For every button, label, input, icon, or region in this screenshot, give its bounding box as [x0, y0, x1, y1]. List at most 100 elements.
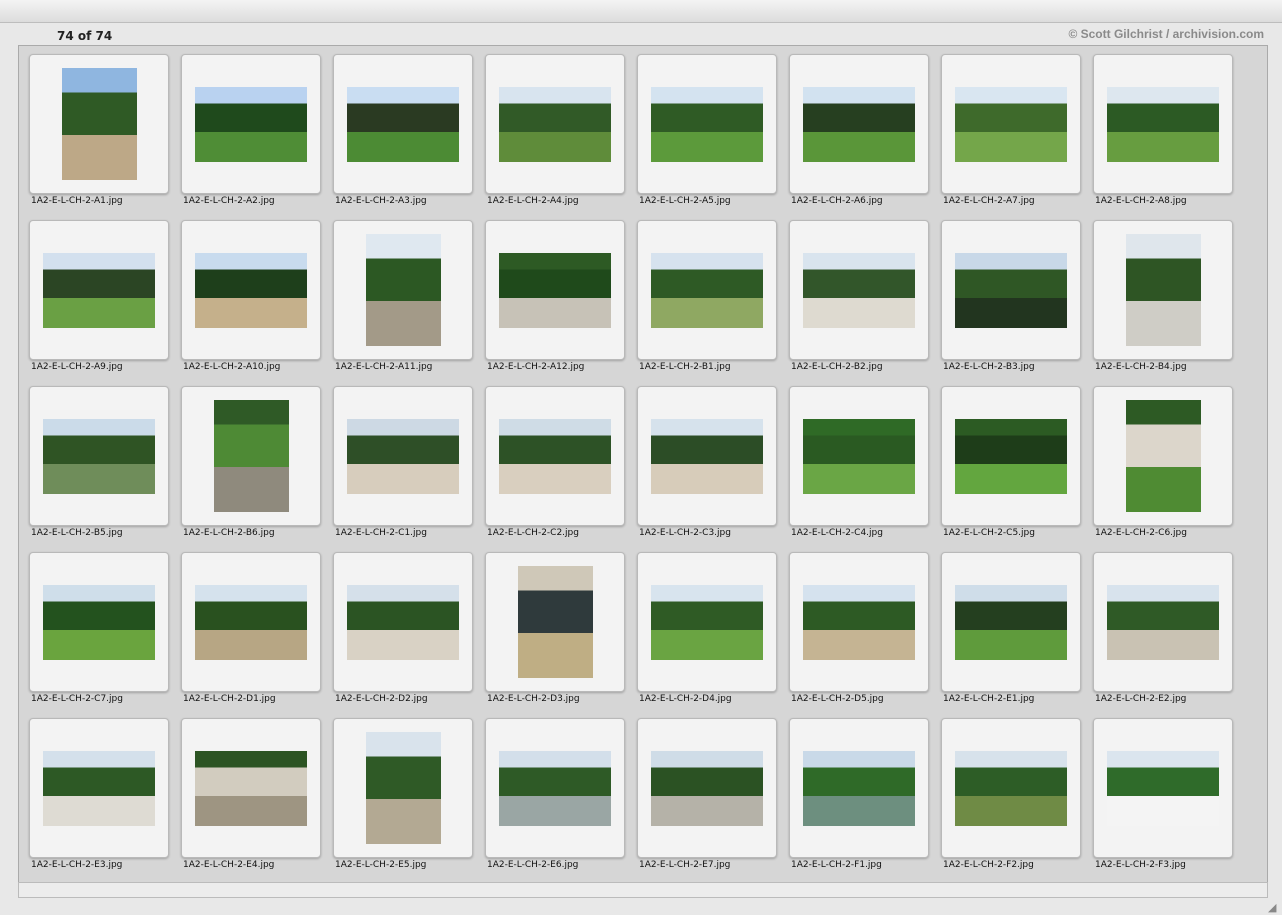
- thumbnail-image[interactable]: [1107, 584, 1219, 660]
- thumbnail-image[interactable]: [803, 86, 915, 162]
- thumbnail-image[interactable]: [1125, 400, 1201, 512]
- thumbnail-image[interactable]: [499, 418, 611, 494]
- thumbnail-frame[interactable]: [485, 552, 625, 692]
- thumbnail-frame[interactable]: [485, 54, 625, 194]
- thumbnail-item[interactable]: 1A2-E-L-CH-2-C7.jpg: [23, 544, 175, 710]
- thumbnail-image[interactable]: [43, 584, 155, 660]
- thumbnail-frame[interactable]: [789, 718, 929, 858]
- thumbnail-image[interactable]: [499, 750, 611, 826]
- thumbnail-item[interactable]: 1A2-E-L-CH-2-A6.jpg: [783, 46, 935, 212]
- thumbnail-image[interactable]: [955, 86, 1067, 162]
- thumbnail-image[interactable]: [955, 418, 1067, 494]
- thumbnail-item[interactable]: 1A2-E-L-CH-2-B1.jpg: [631, 212, 783, 378]
- thumbnail-image[interactable]: [347, 584, 459, 660]
- thumbnail-item[interactable]: 1A2-E-L-CH-2-B2.jpg: [783, 212, 935, 378]
- thumbnail-frame[interactable]: [485, 386, 625, 526]
- thumbnail-frame[interactable]: [29, 386, 169, 526]
- thumbnail-frame[interactable]: [181, 386, 321, 526]
- thumbnail-item[interactable]: 1A2-E-L-CH-2-D2.jpg: [327, 544, 479, 710]
- thumbnail-image[interactable]: [651, 252, 763, 328]
- thumbnail-item[interactable]: 1A2-E-L-CH-2-C4.jpg: [783, 378, 935, 544]
- thumbnail-image[interactable]: [195, 750, 307, 826]
- thumbnail-item[interactable]: 1A2-E-L-CH-2-C3.jpg: [631, 378, 783, 544]
- thumbnail-frame[interactable]: [637, 552, 777, 692]
- thumbnail-image[interactable]: [195, 252, 307, 328]
- thumbnail-item[interactable]: 1A2-E-L-CH-2-A10.jpg: [175, 212, 327, 378]
- thumbnail-image[interactable]: [955, 750, 1067, 826]
- thumbnail-frame[interactable]: [941, 54, 1081, 194]
- thumbnail-frame[interactable]: [29, 54, 169, 194]
- thumbnail-frame[interactable]: [1093, 54, 1233, 194]
- thumbnail-item[interactable]: 1A2-E-L-CH-2-A7.jpg: [935, 46, 1087, 212]
- resize-grip-icon[interactable]: ◢: [1268, 901, 1280, 914]
- thumbnail-frame[interactable]: [1093, 718, 1233, 858]
- thumbnail-image[interactable]: [43, 750, 155, 826]
- thumbnail-image[interactable]: [499, 86, 611, 162]
- thumbnail-image[interactable]: [43, 418, 155, 494]
- thumbnail-frame[interactable]: [1093, 386, 1233, 526]
- thumbnail-frame[interactable]: [637, 220, 777, 360]
- window-titlebar[interactable]: [0, 0, 1282, 23]
- thumbnail-item[interactable]: 1A2-E-L-CH-2-C1.jpg: [327, 378, 479, 544]
- thumbnail-item[interactable]: 1A2-E-L-CH-2-F2.jpg: [935, 710, 1087, 876]
- thumbnail-image[interactable]: [43, 252, 155, 328]
- thumbnail-frame[interactable]: [941, 386, 1081, 526]
- thumbnail-frame[interactable]: [333, 220, 473, 360]
- thumbnail-frame[interactable]: [1093, 220, 1233, 360]
- thumbnail-frame[interactable]: [181, 54, 321, 194]
- thumbnail-frame[interactable]: [333, 552, 473, 692]
- thumbnail-image[interactable]: [651, 584, 763, 660]
- thumbnail-frame[interactable]: [181, 718, 321, 858]
- thumbnail-frame[interactable]: [485, 220, 625, 360]
- thumbnail-frame[interactable]: [789, 552, 929, 692]
- thumbnail-image[interactable]: [651, 750, 763, 826]
- thumbnail-frame[interactable]: [789, 54, 929, 194]
- thumbnail-frame[interactable]: [181, 220, 321, 360]
- thumbnail-image[interactable]: [1107, 750, 1219, 826]
- thumbnail-item[interactable]: 1A2-E-L-CH-2-A4.jpg: [479, 46, 631, 212]
- thumbnail-image[interactable]: [213, 400, 289, 512]
- thumbnail-item[interactable]: 1A2-E-L-CH-2-C5.jpg: [935, 378, 1087, 544]
- thumbnail-image[interactable]: [803, 252, 915, 328]
- thumbnail-image[interactable]: [651, 86, 763, 162]
- thumbnail-image[interactable]: [955, 252, 1067, 328]
- thumbnail-frame[interactable]: [941, 552, 1081, 692]
- thumbnail-item[interactable]: 1A2-E-L-CH-2-A9.jpg: [23, 212, 175, 378]
- thumbnail-image[interactable]: [347, 86, 459, 162]
- thumbnail-frame[interactable]: [637, 386, 777, 526]
- thumbnail-frame[interactable]: [485, 718, 625, 858]
- thumbnail-item[interactable]: 1A2-E-L-CH-2-D1.jpg: [175, 544, 327, 710]
- thumbnail-frame[interactable]: [789, 386, 929, 526]
- thumbnail-item[interactable]: 1A2-E-L-CH-2-A2.jpg: [175, 46, 327, 212]
- thumbnail-item[interactable]: 1A2-E-L-CH-2-D3.jpg: [479, 544, 631, 710]
- thumbnail-item[interactable]: 1A2-E-L-CH-2-A5.jpg: [631, 46, 783, 212]
- thumbnail-frame[interactable]: [333, 54, 473, 194]
- thumbnail-frame[interactable]: [637, 54, 777, 194]
- thumbnail-item[interactable]: 1A2-E-L-CH-2-A3.jpg: [327, 46, 479, 212]
- thumbnail-item[interactable]: 1A2-E-L-CH-2-E2.jpg: [1087, 544, 1239, 710]
- thumbnail-item[interactable]: 1A2-E-L-CH-2-B3.jpg: [935, 212, 1087, 378]
- thumbnail-image[interactable]: [803, 584, 915, 660]
- thumbnail-item[interactable]: 1A2-E-L-CH-2-E5.jpg: [327, 710, 479, 876]
- thumbnail-frame[interactable]: [29, 718, 169, 858]
- thumbnail-frame[interactable]: [29, 552, 169, 692]
- thumbnail-frame[interactable]: [29, 220, 169, 360]
- thumbnail-item[interactable]: 1A2-E-L-CH-2-B5.jpg: [23, 378, 175, 544]
- thumbnail-frame[interactable]: [941, 220, 1081, 360]
- thumbnail-image[interactable]: [347, 418, 459, 494]
- thumbnail-item[interactable]: 1A2-E-L-CH-2-C2.jpg: [479, 378, 631, 544]
- thumbnail-frame[interactable]: [333, 386, 473, 526]
- thumbnail-item[interactable]: 1A2-E-L-CH-2-E6.jpg: [479, 710, 631, 876]
- thumbnail-frame[interactable]: [181, 552, 321, 692]
- vertical-scrollbar[interactable]: ▲ ▼: [1267, 46, 1268, 882]
- thumbnail-image[interactable]: [803, 418, 915, 494]
- thumbnail-image[interactable]: [195, 86, 307, 162]
- thumbnail-image[interactable]: [499, 252, 611, 328]
- thumbnail-image[interactable]: [195, 584, 307, 660]
- thumbnail-item[interactable]: 1A2-E-L-CH-2-E3.jpg: [23, 710, 175, 876]
- thumbnail-image[interactable]: [365, 234, 441, 346]
- thumbnail-item[interactable]: 1A2-E-L-CH-2-A1.jpg: [23, 46, 175, 212]
- thumbnail-item[interactable]: 1A2-E-L-CH-2-B6.jpg: [175, 378, 327, 544]
- thumbnail-image[interactable]: [955, 584, 1067, 660]
- thumbnail-item[interactable]: 1A2-E-L-CH-2-D5.jpg: [783, 544, 935, 710]
